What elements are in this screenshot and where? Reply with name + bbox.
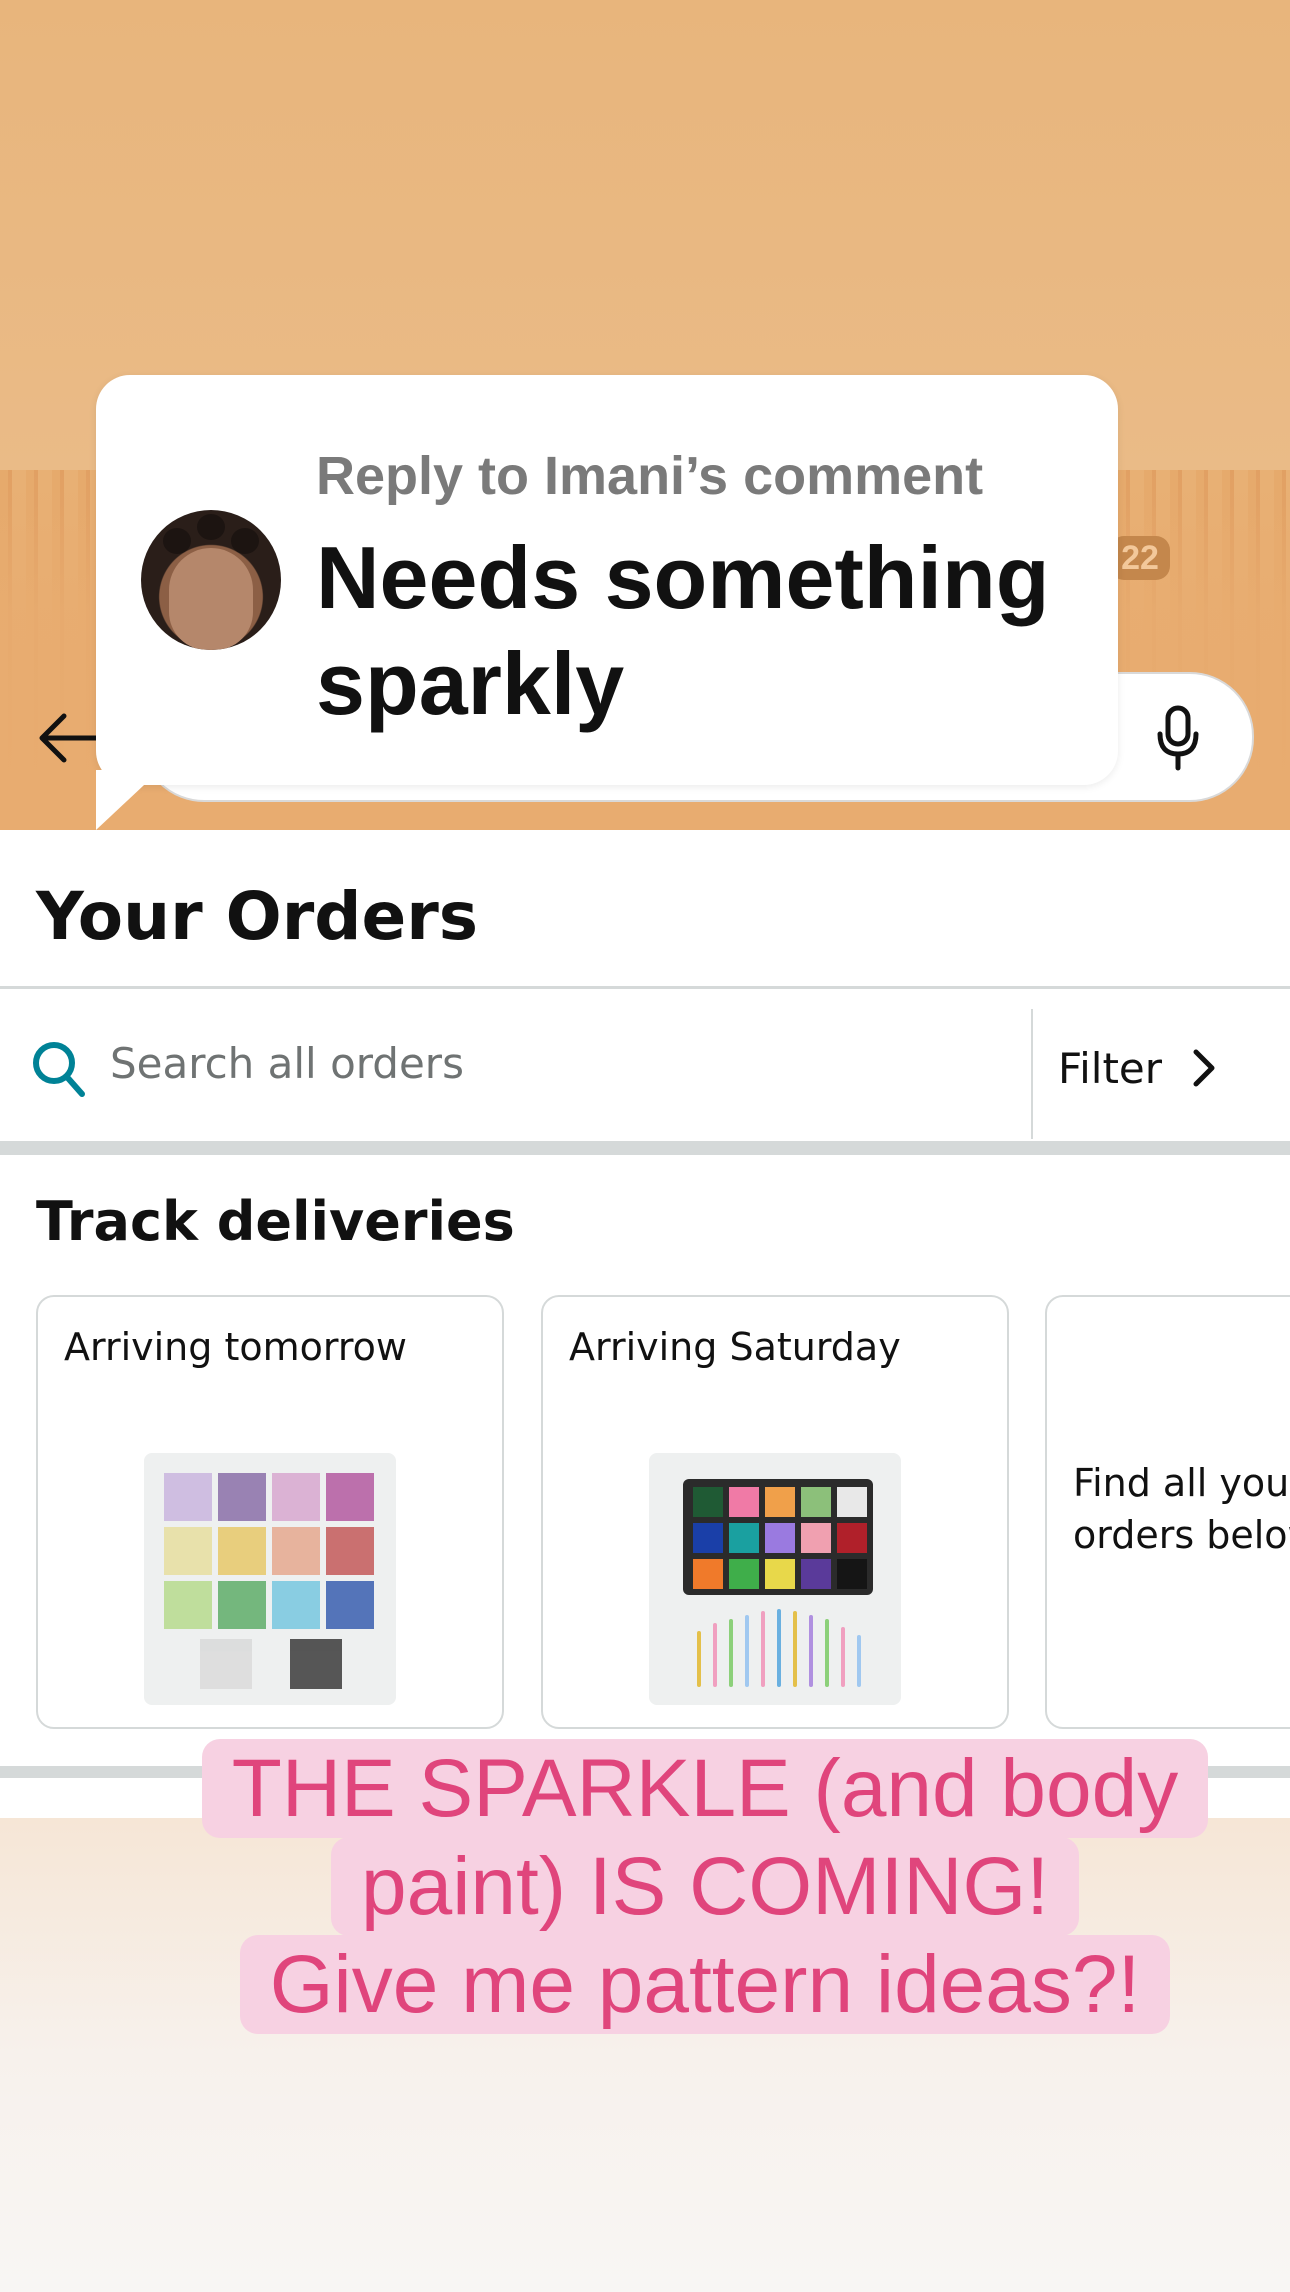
divider (1031, 1009, 1033, 1139)
page-title: Your Orders (36, 878, 479, 955)
delivery-card[interactable]: Arriving tomorrow (36, 1295, 504, 1729)
filter-button[interactable]: Filter (1058, 1033, 1218, 1103)
all-orders-note: Find all your orders below (1073, 1461, 1290, 1557)
all-orders-card[interactable]: Find all your orders below (1045, 1295, 1290, 1729)
avatar[interactable] (141, 510, 281, 650)
video-caption: THE SPARKLE (and body paint) IS COMING! … (200, 1739, 1210, 2034)
delivery-card[interactable]: Arriving Saturday (541, 1295, 1009, 1729)
bubble-tail (96, 770, 160, 830)
caption-line-2: Give me pattern ideas?! (239, 1935, 1171, 2034)
delivery-date-label: Arriving tomorrow (64, 1325, 407, 1369)
filter-label: Filter (1058, 1043, 1163, 1093)
chevron-right-icon (1193, 1049, 1215, 1087)
caption-line-1: THE SPARKLE (and body paint) IS COMING! (201, 1739, 1209, 1936)
back-arrow-icon[interactable] (36, 712, 100, 764)
divider (0, 1141, 1290, 1155)
reply-to-label: Reply to Imani’s comment (316, 446, 984, 506)
orders-page: Your Orders Filter Track deliveries Arri… (0, 830, 1290, 1830)
orders-search-input[interactable] (110, 1023, 1010, 1103)
search-icon (33, 1042, 85, 1097)
product-image-face-paint (649, 1453, 901, 1705)
reply-comment-text: Needs something sparkly (316, 528, 1050, 733)
microphone-icon[interactable] (1154, 704, 1202, 772)
rhinestone-sheets-illustration (164, 1473, 374, 1689)
cart-count-badge[interactable]: 22 (1110, 536, 1170, 580)
product-image-rhinestones (144, 1453, 396, 1705)
face-paint-palette-illustration (683, 1479, 873, 1687)
delivery-date-label: Arriving Saturday (569, 1325, 901, 1369)
orders-search-row: Filter (0, 989, 1290, 1139)
section-title: Track deliveries (36, 1190, 515, 1253)
